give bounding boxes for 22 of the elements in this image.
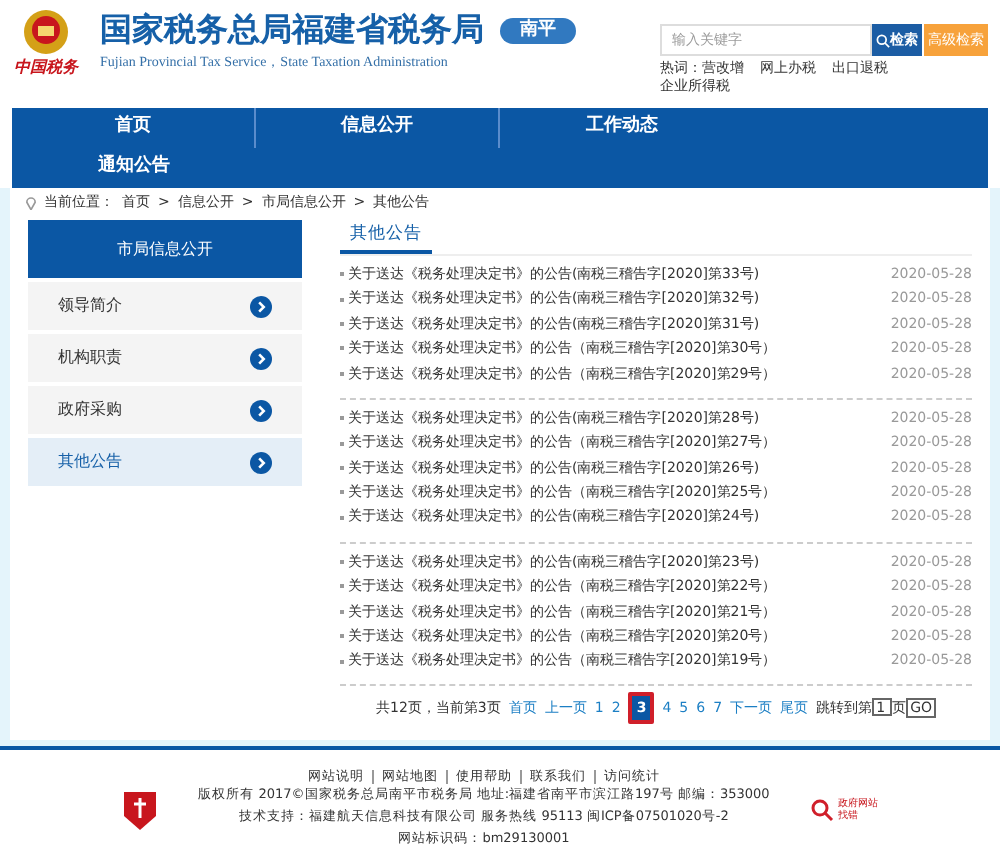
chevron-right-icon [250,295,272,317]
location-pin-icon [26,195,36,209]
chevron-right-icon [250,399,272,421]
chevron-right-icon [250,347,272,369]
nav-tab[interactable]: 首页 [12,108,256,148]
emblem-caption: 中国税务 [14,60,78,76]
shield-logo-icon [122,787,159,831]
magnifier-icon [809,797,834,821]
section-title: 其他公告 [340,220,432,254]
emblem-icon [22,8,70,56]
nav-tab[interactable]: 工作动态 [500,108,744,148]
search-icon [876,33,890,47]
sidebar-item[interactable]: 领导简介 [28,282,302,330]
chevron-right-icon [250,451,272,473]
nav-tab[interactable]: 信息公开 [256,108,500,148]
sidebar-item[interactable]: 政府采购 [28,386,302,434]
region-badge: 南平 [500,17,576,43]
nav-tab[interactable]: 通知公告 [12,148,256,188]
sidebar-item[interactable]: 机构职责 [28,334,302,382]
sidebar-title: 市局信息公开 [28,220,302,278]
site-title: 国家税务总局福建省税务局 [100,8,484,52]
sidebar-item[interactable]: 其他公告 [28,438,302,486]
